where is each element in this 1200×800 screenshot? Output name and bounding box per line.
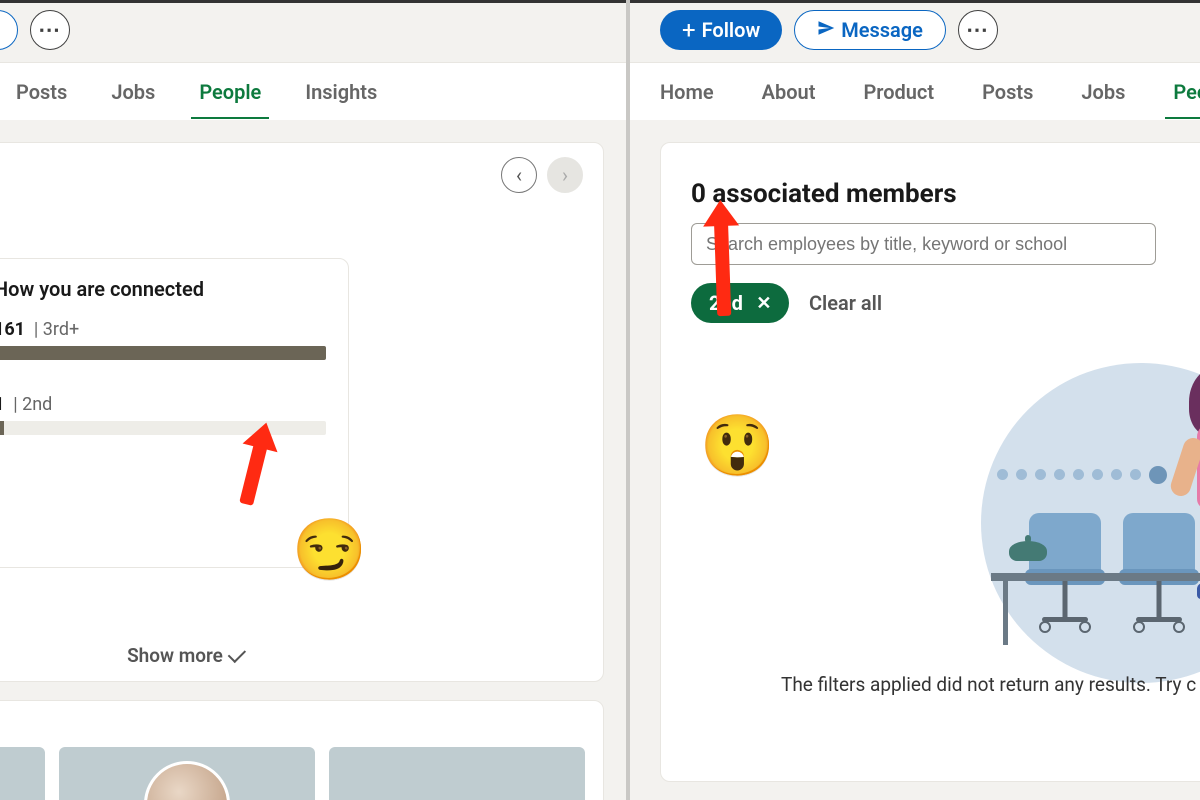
connection-row: 161 | 3rd+	[0, 319, 326, 360]
more-button[interactable]: ⋯	[958, 10, 998, 50]
tab-posts[interactable]: Posts	[980, 66, 1035, 118]
clear-all-button[interactable]: Clear all	[809, 291, 882, 315]
tab-product[interactable]: Product	[861, 66, 936, 118]
people-you-may-know-card	[0, 700, 604, 800]
tab-jobs[interactable]: Jobs	[109, 66, 157, 118]
message-label: Message	[841, 18, 923, 42]
plus-icon: +	[682, 16, 696, 44]
carousel-next-button: ›	[547, 157, 583, 193]
tab-posts[interactable]: Posts	[14, 66, 69, 118]
chevron-down-icon	[228, 644, 246, 662]
avatar	[144, 761, 230, 800]
send-icon	[817, 18, 835, 42]
more-icon: ⋯	[966, 18, 990, 43]
person-tile[interactable]	[0, 747, 45, 800]
tab-insights[interactable]: Insights	[303, 66, 379, 118]
annotation-emoji-astonished: 😲	[700, 416, 775, 476]
connections-card-title: How you are connected	[0, 277, 326, 301]
message-button-partial[interactable]: ge	[0, 10, 18, 50]
follow-label: Follow	[702, 18, 761, 42]
show-more-label: Show more	[127, 644, 223, 667]
message-button[interactable]: Message	[794, 10, 946, 50]
filter-chip-2nd[interactable]: 2nd ✕	[691, 283, 789, 323]
members-card: associated members ‹ › d or school + Add	[0, 142, 604, 682]
more-icon: ⋯	[38, 18, 62, 43]
person-tile[interactable]	[59, 747, 315, 800]
connection-row-label: 161 | 3rd+	[0, 319, 326, 340]
tab-about[interactable]: About	[760, 66, 818, 118]
employee-search-input[interactable]	[691, 223, 1156, 265]
empty-state-message: The filters applied did not return any r…	[781, 673, 1196, 696]
tab-home[interactable]: Home	[658, 66, 716, 118]
tab-people[interactable]: People	[197, 66, 263, 118]
tab-people[interactable]: People	[1171, 66, 1200, 118]
follow-button[interactable]: + Follow	[660, 10, 782, 50]
tab-jobs[interactable]: Jobs	[1079, 66, 1127, 118]
connection-row-label: 1 | 2nd	[0, 394, 326, 415]
show-more-button[interactable]: Show more	[0, 644, 603, 667]
person-tile[interactable]	[329, 747, 585, 800]
carousel-prev-button[interactable]: ‹	[501, 157, 537, 193]
more-button[interactable]: ⋯	[30, 10, 70, 50]
close-icon[interactable]: ✕	[753, 292, 775, 314]
empty-state-illustration	[951, 373, 1200, 673]
annotation-emoji-smirk: 😏	[292, 520, 367, 580]
